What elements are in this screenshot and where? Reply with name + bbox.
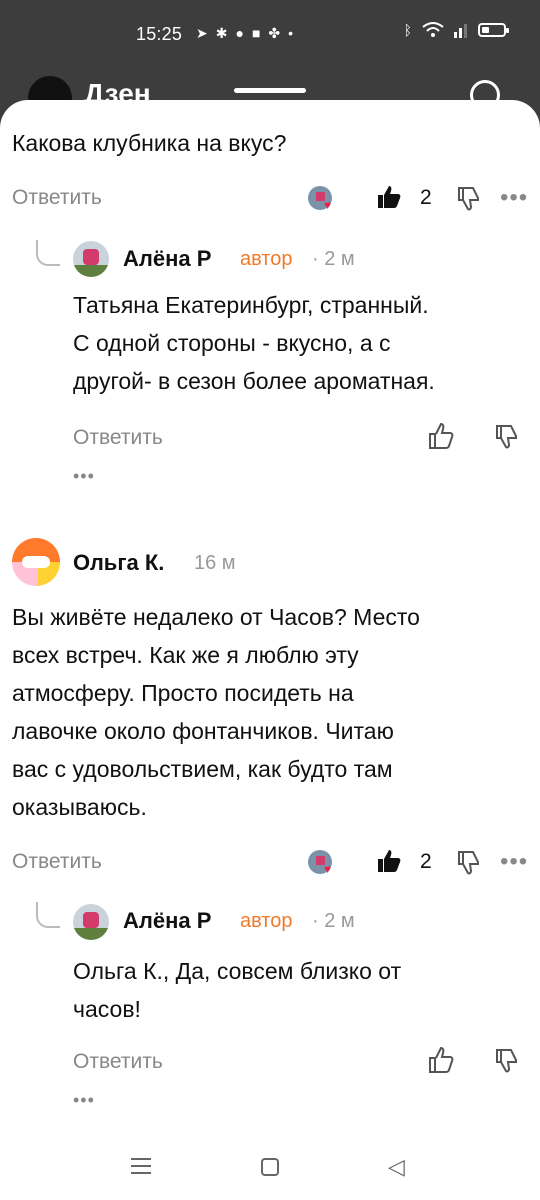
- comment-line: часов!: [73, 996, 141, 1022]
- pinterest-icon: ●: [235, 25, 244, 41]
- notification-icons: ➤ ✱ ● ■ ✤ •: [196, 25, 293, 42]
- reply-button[interactable]: Ответить: [12, 850, 102, 874]
- more-options-button[interactable]: •••: [500, 848, 528, 876]
- comment-line: атмосферу. Просто посидеть на: [12, 680, 354, 706]
- battery-icon: [478, 23, 509, 37]
- comment-text: Татьяна Екатеринбург, странный. С одной …: [73, 286, 435, 400]
- comment-text: Ольга К., Да, совсем близко от часов!: [73, 952, 401, 1028]
- author-name[interactable]: Алёна Р: [123, 246, 211, 272]
- back-icon[interactable]: ◁: [388, 1154, 405, 1180]
- reply-thread-line: [36, 902, 60, 928]
- comment-text: Какова клубника на вкус?: [12, 130, 287, 156]
- show-more-replies-button[interactable]: •••: [73, 1090, 95, 1111]
- comment-line: оказываюсь.: [12, 794, 147, 820]
- comment-line: лавочке около фонтанчиков. Читаю: [12, 718, 394, 744]
- comment-line: Вы живёте недалеко от Часов? Место: [12, 604, 420, 630]
- comment-line: другой- в сезон более ароматная.: [73, 368, 435, 394]
- reply-button[interactable]: Ответить: [73, 1050, 163, 1074]
- wifi-icon: [422, 22, 444, 37]
- comment-time: · 2 м: [312, 910, 355, 932]
- system-nav-bar: ◁: [0, 1134, 540, 1200]
- status-time: 15:25: [136, 24, 183, 44]
- more-options-button[interactable]: •••: [500, 184, 528, 212]
- like-icon[interactable]: [428, 422, 454, 450]
- dislike-icon[interactable]: [494, 424, 518, 450]
- heart-icon: ♥: [324, 862, 332, 876]
- like-filled-icon[interactable]: [376, 848, 402, 874]
- avatar[interactable]: [73, 904, 109, 940]
- system-icons: ᛒ: [403, 22, 509, 38]
- reply-button[interactable]: Ответить: [12, 186, 102, 210]
- dislike-icon[interactable]: [456, 850, 480, 876]
- dot-icon: •: [288, 25, 294, 41]
- comment-text: Вы живёте недалеко от Часов? Место всех …: [12, 598, 420, 826]
- telegram-icon: ➤: [196, 25, 208, 41]
- like-count: 2: [420, 186, 432, 209]
- like-count: 2: [420, 850, 432, 873]
- comment-time: 16 м: [194, 552, 236, 574]
- comment-line: всех встреч. Как же я люблю эту: [12, 642, 359, 668]
- walk-icon: ✱: [215, 25, 228, 41]
- author-badge: автор: [240, 248, 293, 270]
- author-badge: автор: [240, 910, 293, 932]
- heart-icon: ♥: [324, 198, 332, 212]
- like-filled-icon[interactable]: [376, 184, 402, 210]
- author-name[interactable]: Алёна Р: [123, 908, 211, 934]
- mail-icon: ■: [251, 25, 261, 41]
- sheet-drag-handle[interactable]: [234, 88, 306, 93]
- dislike-icon[interactable]: [494, 1048, 518, 1074]
- home-icon[interactable]: [261, 1158, 279, 1176]
- comment-line: вас с удовольствием, как будто там: [12, 756, 393, 782]
- comments-sheet: Какова клубника на вкус? Ответить ♥ 2 ••…: [0, 88, 540, 1200]
- comment-line: Татьяна Екатеринбург, странный.: [73, 292, 429, 318]
- author-name[interactable]: Ольга К.: [73, 550, 164, 576]
- recent-apps-icon[interactable]: [131, 1158, 151, 1174]
- show-more-replies-button[interactable]: •••: [73, 466, 95, 487]
- status-bar: 15:25 ➤ ✱ ● ■ ✤ • ᛒ: [0, 0, 540, 70]
- comment-line: Ольга К., Да, совсем близко от: [73, 958, 402, 984]
- signal-icon: [454, 24, 467, 38]
- dislike-icon[interactable]: [456, 186, 480, 212]
- bluetooth-icon: ᛒ: [403, 22, 412, 38]
- avatar[interactable]: [12, 538, 60, 586]
- comment-time: · 2 м: [312, 248, 355, 270]
- reply-button[interactable]: Ответить: [73, 426, 163, 450]
- avatar[interactable]: [73, 241, 109, 277]
- app-icon: ✤: [268, 25, 281, 41]
- like-icon[interactable]: [428, 1046, 454, 1074]
- reply-thread-line: [36, 240, 60, 266]
- comment-line: С одной стороны - вкусно, а с: [73, 330, 391, 356]
